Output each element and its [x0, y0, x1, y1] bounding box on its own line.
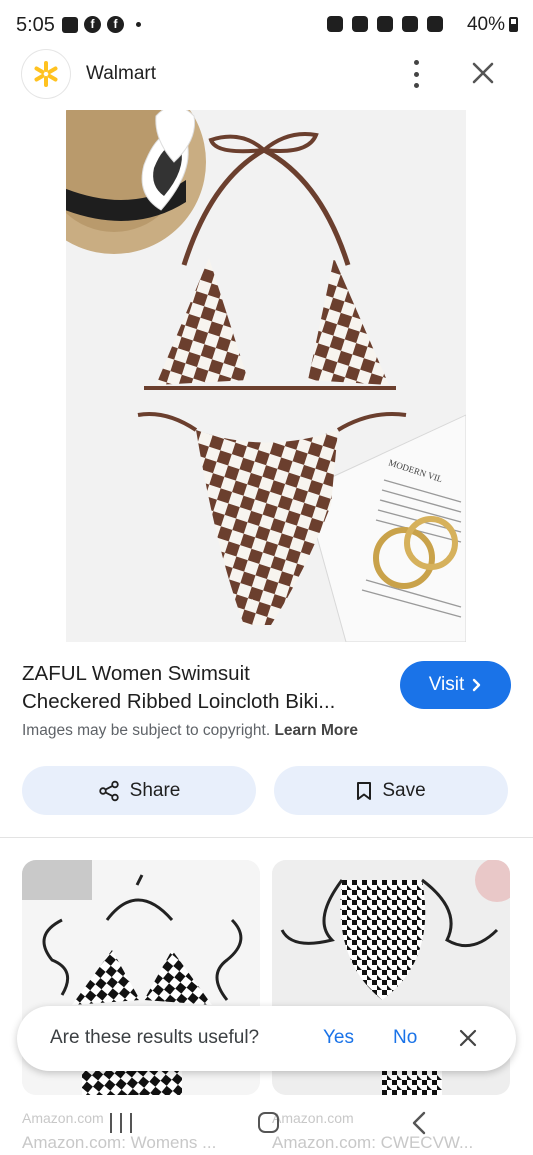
walmart-logo — [22, 50, 70, 98]
site-name: Walmart — [86, 63, 157, 84]
recent-apps-icon[interactable] — [110, 1113, 132, 1133]
mute-icon — [377, 16, 393, 32]
wifi-icon — [402, 16, 418, 32]
back-icon[interactable] — [410, 1110, 428, 1136]
app-status-icon — [327, 16, 343, 32]
feedback-close-icon[interactable] — [458, 1028, 478, 1048]
notification-icons: f f — [62, 16, 141, 33]
facebook-notification-icon: f — [84, 16, 101, 33]
signal-icon — [427, 16, 443, 32]
bikini-photo: MODERN VIL — [66, 110, 466, 642]
walmart-spark-icon — [34, 61, 58, 87]
system-icons — [327, 16, 443, 32]
save-label: Save — [382, 779, 426, 801]
close-icon[interactable] — [470, 60, 496, 86]
copyright-text: Images may be subject to copyright. — [22, 722, 271, 739]
alarm-icon — [352, 16, 368, 32]
save-button[interactable]: Save — [274, 766, 508, 815]
visit-label: Visit — [428, 674, 465, 695]
battery-icon — [509, 17, 518, 32]
battery-percent: 40% — [466, 14, 505, 35]
status-bar: 5:05 f f 40% — [0, 0, 533, 50]
feedback-yes-button[interactable]: Yes — [323, 1027, 354, 1049]
divider — [0, 837, 533, 838]
result-title-line-1: ZAFUL Women Swimsuit — [22, 662, 250, 685]
share-label: Share — [129, 779, 181, 801]
visit-button[interactable]: Visit — [400, 661, 511, 709]
feedback-prompt: Are these results useful? Yes No — [17, 1006, 516, 1071]
share-icon — [98, 780, 119, 801]
product-image[interactable]: MODERN VIL — [66, 110, 466, 642]
share-button[interactable]: Share — [22, 766, 256, 815]
learn-more-link[interactable]: Learn More — [274, 722, 358, 739]
status-time: 5:05 — [16, 14, 55, 36]
more-notifications-icon — [136, 22, 141, 27]
result-title[interactable]: ZAFUL Women Swimsuit Checkered Ribbed Lo… — [22, 660, 382, 716]
more-options-icon[interactable] — [410, 60, 422, 88]
bookmark-icon — [357, 781, 372, 800]
result-title-line-2: Checkered Ribbed Loincloth Biki... — [22, 690, 336, 713]
gallery-notification-icon — [62, 16, 78, 33]
feedback-no-button[interactable]: No — [393, 1027, 417, 1049]
copyright-notice: Images may be subject to copyright. Lear… — [22, 722, 358, 740]
chevron-right-icon — [473, 678, 481, 692]
facebook-notification-icon: f — [107, 16, 124, 33]
feedback-question: Are these results useful? — [50, 1027, 260, 1048]
home-icon[interactable] — [258, 1112, 279, 1133]
